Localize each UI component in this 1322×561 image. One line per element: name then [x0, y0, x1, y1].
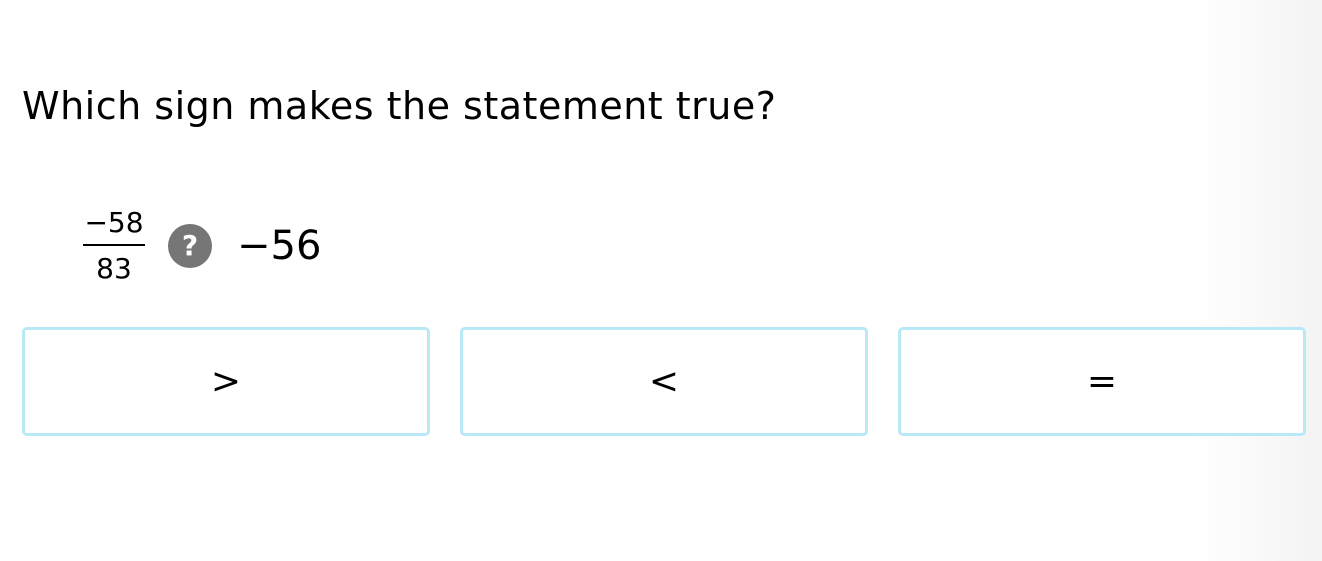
unknown-sign-symbol: ?	[181, 229, 199, 262]
fraction: −58 83	[82, 206, 146, 286]
question-circle-icon: ?	[168, 224, 212, 268]
choice-label: =	[1086, 360, 1118, 402]
choice-label: >	[210, 360, 242, 402]
right-hand-value: −56	[237, 223, 322, 269]
fraction-bar	[83, 244, 145, 246]
question-prompt: Which sign makes the statement true?	[22, 84, 777, 128]
fraction-numerator: −58	[84, 206, 144, 239]
choice-less-than-button[interactable]: <	[460, 327, 868, 436]
choice-equals-button[interactable]: =	[898, 327, 1306, 436]
fraction-denominator: 83	[96, 252, 132, 285]
choice-greater-than-button[interactable]: >	[22, 327, 430, 436]
comparison-expression: −58 83 ? −56	[82, 200, 321, 292]
choice-label: <	[648, 360, 680, 402]
